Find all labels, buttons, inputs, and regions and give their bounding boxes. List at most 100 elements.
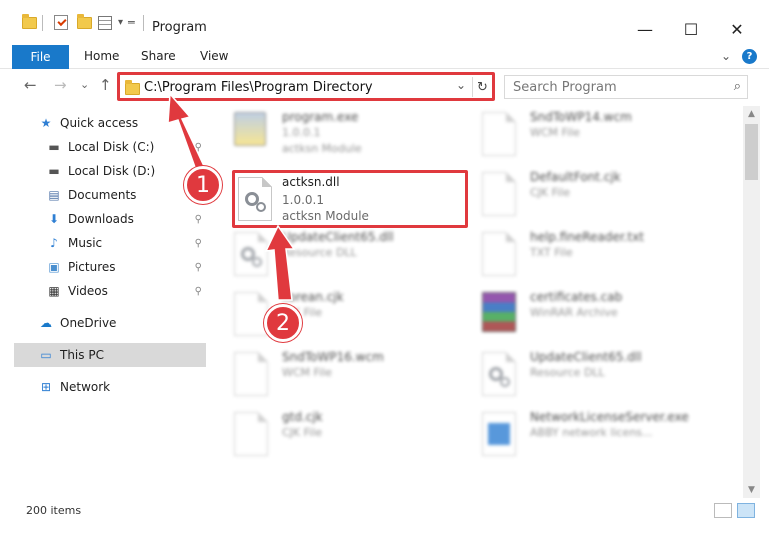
drive-icon: ▬	[48, 140, 60, 154]
window-title: Program	[152, 20, 207, 35]
highlighted-file-version: 1.0.0.1	[282, 193, 324, 207]
sidebar-item-this-pc[interactable]: ▭ This PC	[14, 343, 206, 367]
pin-icon[interactable]: ⚲	[195, 262, 202, 273]
file-item[interactable]: DefaultFont.cjk CJK File	[458, 166, 708, 228]
sidebar-item-label: Downloads	[68, 212, 134, 226]
search-input[interactable]: Search Program ⌕	[504, 75, 748, 99]
ribbon-collapse-icon[interactable]: ⌄	[721, 49, 731, 63]
file-item[interactable]: certificates.cab WinRAR Archive	[458, 286, 708, 348]
file-name: UpdateClient65.dll	[530, 350, 642, 364]
highlighted-file-item[interactable]: actksn.dll 1.0.0.1 actksn Module	[232, 170, 468, 228]
pictures-icon: ▣	[48, 260, 60, 274]
file-grid: program.exe 1.0.0.1 actksn Module SndToWP14…	[210, 106, 742, 498]
minimize-button[interactable]: —	[622, 14, 668, 44]
document-file-icon	[482, 232, 516, 276]
callout-badge-2: 2	[264, 304, 302, 342]
back-button[interactable]: ←	[24, 76, 37, 94]
file-type: Resource DLL	[530, 366, 605, 379]
address-annotation-box	[117, 72, 495, 101]
document-file-icon	[482, 172, 516, 216]
file-item[interactable]: UpdateClient65.dll Resource DLL	[458, 346, 708, 408]
up-button[interactable]: ↑	[99, 76, 112, 94]
sidebar-item-onedrive[interactable]: ☁ OneDrive	[14, 311, 206, 335]
file-name: SndToWP14.wcm	[530, 110, 632, 124]
quick-access-folder-icon[interactable]	[22, 0, 37, 45]
drive-icon: ▬	[48, 164, 60, 178]
file-type: WCM File	[282, 366, 332, 379]
customize-toolbar-icon[interactable]	[98, 0, 112, 45]
exe-file-icon	[234, 112, 268, 156]
title-bar: ▾ ═ Program — ☐ ✕	[0, 0, 769, 45]
pin-icon[interactable]: ⚲	[195, 214, 202, 225]
file-item[interactable]: UpdateClient65.dll Resource DLL	[210, 226, 460, 288]
pin-icon[interactable]: ⚲	[195, 286, 202, 297]
help-icon[interactable]: ?	[742, 49, 757, 64]
network-icon: ⊞	[40, 380, 52, 394]
scroll-down-icon[interactable]: ▼	[743, 482, 760, 498]
file-type: CJK File	[282, 426, 323, 439]
pin-icon[interactable]: ⚲	[195, 142, 202, 153]
archive-file-icon	[482, 292, 516, 336]
maximize-button[interactable]: ☐	[668, 14, 714, 44]
vertical-scrollbar[interactable]: ▲ ▼	[743, 106, 760, 498]
pin-icon[interactable]: ⚲	[195, 238, 202, 249]
file-type: WinRAR Archive	[530, 306, 618, 319]
recent-locations-button[interactable]: ⌄	[80, 78, 89, 91]
file-name: SndToWP16.wcm	[282, 350, 384, 364]
toolbar-separator	[42, 14, 43, 31]
music-icon: ♪	[50, 236, 58, 250]
sidebar-item-music[interactable]: ♪ Music ⚲	[14, 231, 206, 255]
status-bar: 200 items	[0, 500, 769, 522]
navigation-pane: ★ Quick access ▬ Local Disk (C:) ⚲ ▬ Local Dis…	[14, 106, 206, 498]
sidebar-item-downloads[interactable]: ⬇ Downloads ⚲	[14, 207, 206, 231]
properties-check-icon[interactable]	[54, 0, 68, 45]
new-folder-icon[interactable]	[77, 0, 92, 45]
ribbon-tabs: File Home Share View ⌄ ?	[0, 45, 769, 69]
file-item[interactable]: NetworkLicenseServer.exe ABBY network lic…	[458, 406, 708, 468]
forward-button[interactable]: →	[54, 76, 67, 94]
file-item[interactable]: program.exe 1.0.0.1 actksn Module	[210, 106, 460, 168]
scroll-thumb[interactable]	[745, 124, 758, 180]
sidebar-item-label: This PC	[60, 348, 104, 362]
file-item[interactable]: help.fineReader.txt TXT File	[458, 226, 708, 288]
file-description: actksn Module	[282, 142, 362, 155]
file-item[interactable]: SndToWP14.wcm WCM File	[458, 106, 708, 168]
sidebar-item-videos[interactable]: ▦ Videos ⚲	[14, 279, 206, 303]
tab-view[interactable]: View	[200, 49, 228, 63]
document-file-icon	[234, 292, 268, 336]
sidebar-item-label: Quick access	[60, 116, 139, 130]
toolbar-overflow-icon[interactable]: ═	[128, 0, 135, 45]
navigation-bar: ← → ⌄ ↑ C:\Program Files\Program Directo…	[0, 70, 769, 104]
file-name: UpdateClient65.dll	[282, 230, 394, 244]
file-name: korean.cjk	[282, 290, 344, 304]
sidebar-item-label: Network	[60, 380, 111, 394]
sidebar-item-pictures[interactable]: ▣ Pictures ⚲	[14, 255, 206, 279]
file-type: Resource DLL	[282, 246, 357, 259]
dll-file-icon	[482, 352, 516, 396]
sidebar-item-documents[interactable]: ▤Documents⚲	[14, 183, 206, 207]
item-count: 200 items	[26, 504, 82, 517]
tab-file[interactable]: File	[12, 45, 69, 69]
application-file-icon	[482, 412, 516, 456]
details-view-icon[interactable]	[714, 503, 732, 518]
cloud-icon: ☁	[40, 316, 52, 330]
large-icons-view-icon[interactable]	[737, 503, 755, 518]
tab-share[interactable]: Share	[141, 49, 176, 63]
documents-icon: ▤	[48, 188, 60, 202]
sidebar-item-network[interactable]: ⊞ Network	[14, 375, 206, 399]
sidebar-item-local-disk-d[interactable]: ▬Local Disk (D:)⚲	[14, 159, 206, 183]
close-button[interactable]: ✕	[714, 14, 760, 44]
file-item[interactable]: korean.cjk CJK File	[210, 286, 460, 348]
search-icon[interactable]: ⌕	[734, 79, 741, 94]
sidebar-item-quick-access[interactable]: ★ Quick access	[14, 111, 206, 135]
file-name: gtd.cjk	[282, 410, 323, 424]
tab-home[interactable]: Home	[84, 49, 119, 63]
toolbar-dropdown-icon[interactable]: ▾	[118, 0, 123, 45]
file-item[interactable]: SndToWP16.wcm WCM File	[210, 346, 460, 408]
sidebar-item-label: Pictures	[68, 260, 116, 274]
sidebar-item-local-disk-c[interactable]: ▬ Local Disk (C:) ⚲	[14, 135, 206, 159]
file-type: WCM File	[530, 126, 580, 139]
scroll-up-icon[interactable]: ▲	[743, 106, 760, 122]
title-separator	[143, 14, 144, 31]
file-item[interactable]: gtd.cjk CJK File	[210, 406, 460, 468]
